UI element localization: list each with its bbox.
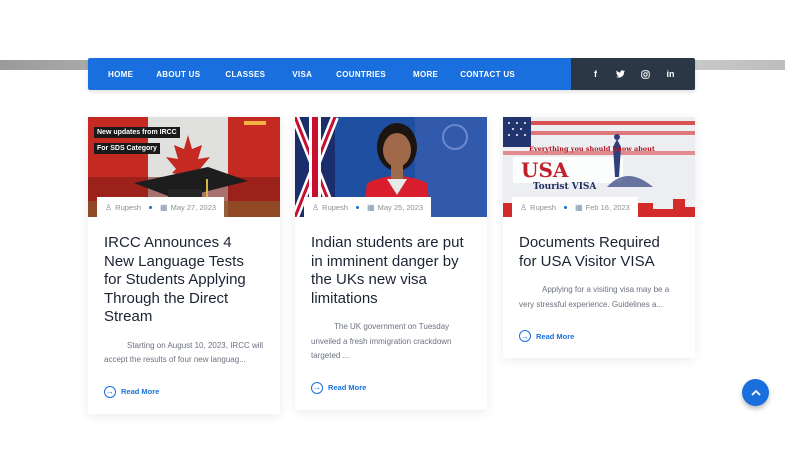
nav-about-us[interactable]: ABOUT US (156, 70, 200, 79)
card-body: IRCC Announces 4 New Language Tests for … (88, 217, 280, 414)
arrow-right-icon: → (104, 385, 116, 398)
post-date: Feb 16, 2023 (585, 202, 630, 212)
nav-contact-us[interactable]: CONTACT US (460, 70, 515, 79)
blog-card: ♙ Rupesh ▦ May 25, 2023 Indian students … (295, 117, 487, 410)
post-author[interactable]: Rupesh (115, 203, 141, 212)
post-title[interactable]: IRCC Announces 4 New Language Tests for … (104, 234, 264, 327)
post-image[interactable]: ♙ Rupesh ▦ May 25, 2023 (295, 117, 487, 217)
blog-card: New updates from IRCC For SDS Category ♙… (88, 117, 280, 414)
nav-classes[interactable]: CLASSES (225, 70, 265, 79)
post-meta: ♙ Rupesh ▦ May 27, 2023 (97, 197, 225, 217)
main-navbar: HOME ABOUT US CLASSES VISA COUNTRIES MOR… (88, 58, 695, 90)
user-icon: ♙ (105, 202, 113, 212)
post-excerpt: The UK government on Tuesday unveiled a … (311, 322, 452, 361)
scroll-to-top-button[interactable] (742, 379, 769, 406)
arrow-right-icon: → (311, 381, 323, 394)
image-caption-2: Tourist VISA (533, 182, 597, 192)
post-author[interactable]: Rupesh (530, 203, 556, 212)
read-more-link[interactable]: → Read More (519, 330, 679, 343)
post-image[interactable]: USA Everything you should know about Tou… (503, 117, 695, 217)
post-meta: ♙ Rupesh ▦ Feb 16, 2023 (512, 197, 638, 217)
read-more-link[interactable]: → Read More (104, 385, 264, 398)
meta-separator (149, 205, 153, 209)
instagram-icon[interactable] (640, 68, 652, 80)
calendar-icon: ▦ (575, 202, 583, 212)
read-more-label: Read More (536, 331, 575, 341)
read-more-link[interactable]: → Read More (311, 381, 471, 394)
nav-visa[interactable]: VISA (292, 70, 312, 79)
blog-card: USA Everything you should know about Tou… (503, 117, 695, 359)
nav-home[interactable]: HOME (108, 70, 133, 79)
read-more-label: Read More (328, 383, 367, 393)
social-links: f in (571, 58, 695, 90)
card-body: Indian students are put in imminent dang… (295, 217, 487, 410)
card-body: Documents Required for USA Visitor VISA … (503, 217, 695, 358)
calendar-icon: ▦ (367, 202, 375, 212)
facebook-icon[interactable]: f (590, 68, 602, 80)
meta-separator (564, 205, 568, 209)
calendar-icon: ▦ (160, 202, 168, 212)
post-author[interactable]: Rupesh (322, 203, 348, 212)
post-title[interactable]: Indian students are put in imminent dang… (311, 234, 471, 308)
post-date: May 27, 2023 (170, 202, 217, 212)
image-caption-2: For SDS Category (94, 143, 160, 154)
svg-text:USA: USA (521, 158, 569, 182)
linkedin-icon[interactable]: in (665, 68, 677, 80)
arrow-right-icon: → (519, 330, 531, 343)
user-icon: ♙ (520, 202, 528, 212)
post-image[interactable]: New updates from IRCC For SDS Category ♙… (88, 117, 280, 217)
read-more-label: Read More (121, 387, 160, 397)
nav-links: HOME ABOUT US CLASSES VISA COUNTRIES MOR… (108, 58, 515, 90)
post-date: May 25, 2023 (377, 202, 424, 212)
post-title[interactable]: Documents Required for USA Visitor VISA (519, 234, 679, 271)
twitter-icon[interactable] (615, 68, 627, 80)
nav-more[interactable]: MORE (413, 70, 438, 79)
chevron-up-icon (750, 389, 761, 396)
user-icon: ♙ (312, 202, 320, 212)
nav-countries[interactable]: COUNTRIES (336, 70, 386, 79)
meta-separator (356, 205, 360, 209)
image-caption-1: Everything you should know about (529, 145, 655, 153)
post-excerpt: Applying for a visiting visa may be a ve… (519, 285, 670, 309)
post-excerpt: Starting on August 10, 2023, IRCC will a… (104, 340, 264, 365)
post-meta: ♙ Rupesh ▦ May 25, 2023 (304, 197, 432, 217)
image-caption-1: New updates from IRCC (94, 127, 180, 138)
